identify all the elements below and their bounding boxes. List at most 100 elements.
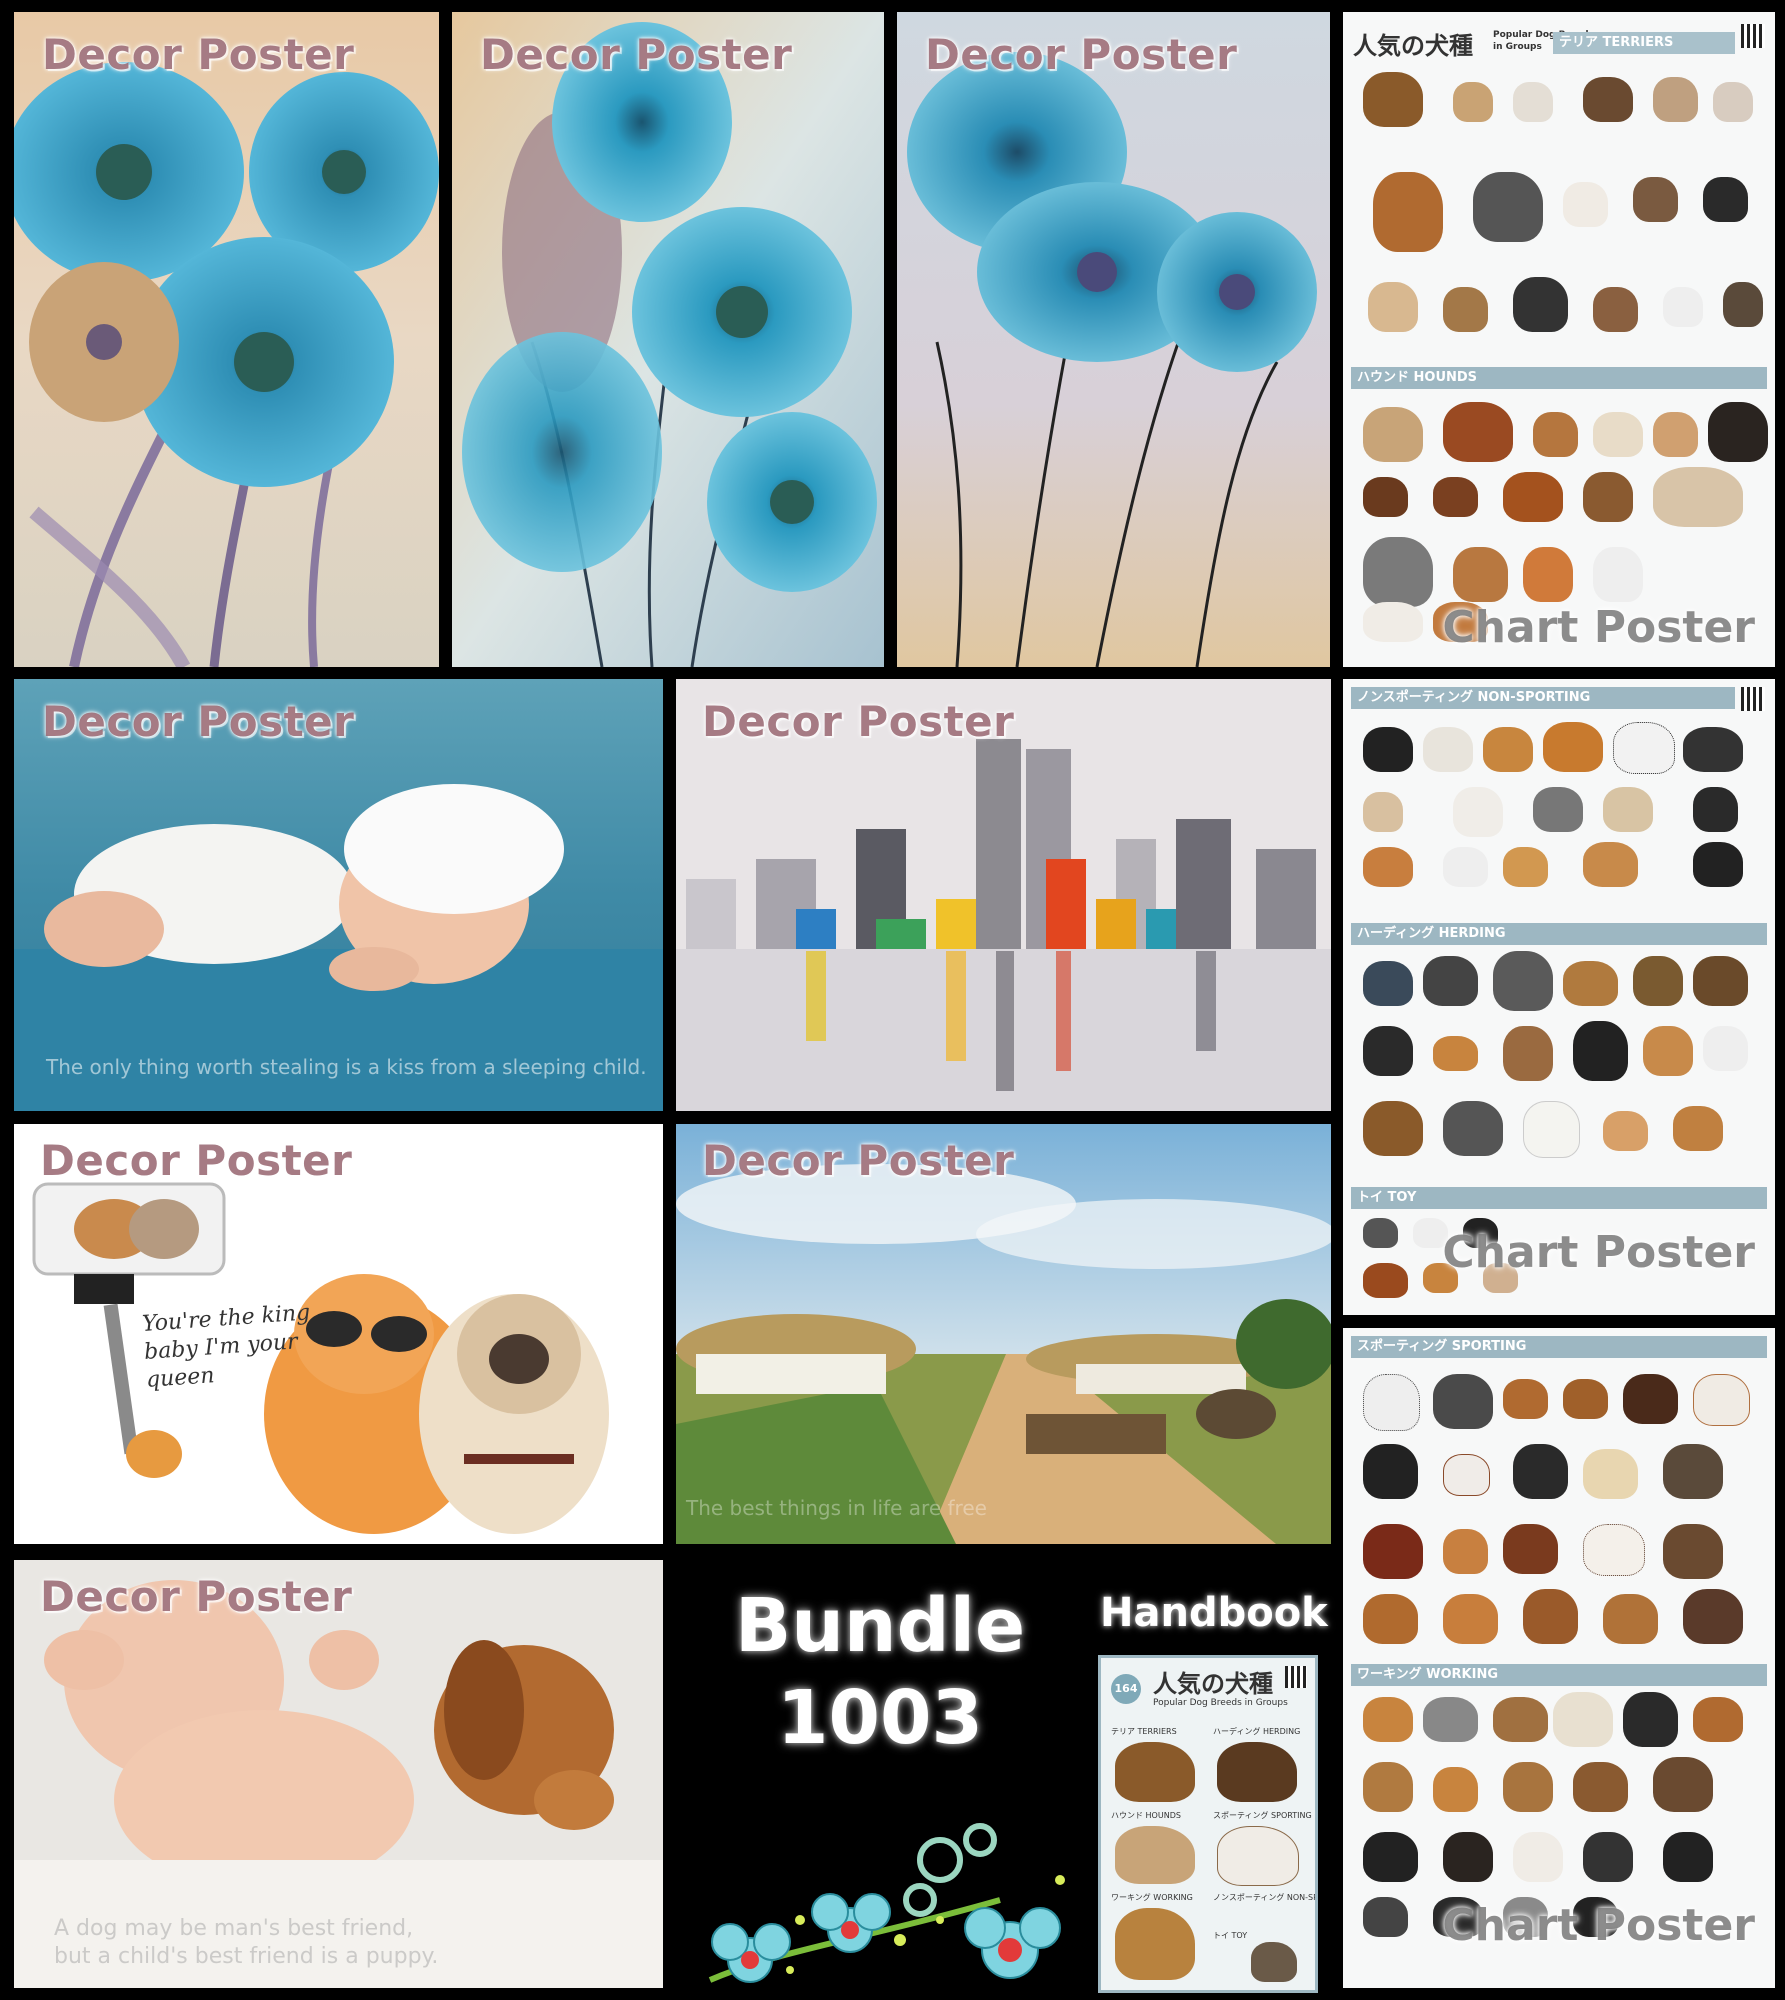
decor-poster-watermark: Decor Poster <box>40 1136 353 1185</box>
dog-image <box>1363 602 1423 642</box>
dog-image <box>1363 1897 1408 1937</box>
dog-image <box>1503 1762 1553 1812</box>
dog-image <box>1603 787 1653 832</box>
handbook-badge: 164 <box>1111 1674 1141 1704</box>
sporting-dogs-grid <box>1353 1364 1765 1654</box>
handbook-section-nonsporting: ノンスポーティング NON-SPORTING <box>1213 1893 1318 1902</box>
dog-image <box>1613 722 1675 774</box>
dog-image <box>1563 182 1608 227</box>
dog-image <box>1593 412 1643 457</box>
dog-image <box>1473 172 1543 242</box>
village-caption: The best things in life are free <box>686 1496 987 1520</box>
dog-image <box>1583 1832 1633 1882</box>
dog-image <box>1433 1767 1478 1812</box>
dog-image <box>1423 727 1473 772</box>
dog-image <box>1723 282 1763 327</box>
dog-chart-poster-nonsporting-herding-toy: ノンスポーティング NON-SPORTING ハーディング HERDING トイ… <box>1343 679 1775 1315</box>
village-painting-art <box>676 1124 1331 1544</box>
dog-image <box>1363 1594 1418 1644</box>
dog-image <box>1363 537 1433 607</box>
dog-image <box>1663 287 1703 327</box>
dog-image <box>1553 1692 1613 1747</box>
dog-image <box>1593 547 1643 602</box>
handbook-title-jp: 人気の犬種 <box>1153 1670 1273 1698</box>
handbook-section-sporting: スポーティング SPORTING <box>1213 1811 1312 1820</box>
handbook-section-terriers: テリア TERRIERS <box>1111 1727 1177 1736</box>
dog-image <box>1583 472 1633 522</box>
handbook-section-toy: トイ TOY <box>1213 1931 1248 1940</box>
dog-image <box>1443 1454 1490 1496</box>
dog-image <box>1115 1908 1195 1980</box>
dog-image <box>1663 1444 1723 1499</box>
handbook-section-working: ワーキング WORKING <box>1111 1893 1193 1902</box>
dog-image <box>1583 1449 1638 1499</box>
handbook-cover: 人気の犬種 164 Popular Dog Breeds in Groups テ… <box>1098 1655 1318 1993</box>
dog-image <box>1593 287 1638 332</box>
dog-image <box>1115 1742 1195 1802</box>
dog-image <box>1363 847 1413 887</box>
dog-image <box>1363 792 1403 832</box>
dog-image <box>1513 82 1553 122</box>
chart-poster-watermark: Chart Poster <box>1442 1900 1755 1951</box>
dog-image <box>1693 787 1738 832</box>
decor-poster-watermark: Decor Poster <box>702 697 1015 746</box>
qr-code-icon <box>1741 24 1765 48</box>
dog-image <box>1603 1111 1648 1151</box>
dog-image <box>1533 412 1578 457</box>
chart-poster-watermark: Chart Poster <box>1442 602 1755 653</box>
dog-image <box>1363 477 1408 517</box>
dog-image <box>1653 1757 1713 1812</box>
decor-poster-watermark: Decor Poster <box>42 697 355 746</box>
dog-image <box>1217 1826 1299 1886</box>
bundle-title: Bundle 1003 <box>700 1580 1060 1764</box>
dog-image <box>1523 1589 1578 1644</box>
dog-image <box>1373 172 1443 252</box>
dog-image <box>1433 1374 1493 1429</box>
section-header-toy: トイ TOY <box>1351 1187 1767 1209</box>
dog-image <box>1573 1762 1628 1812</box>
dog-image <box>1453 787 1503 837</box>
dog-image <box>1217 1742 1297 1802</box>
dog-image <box>1363 72 1423 127</box>
dog-image <box>1503 472 1563 522</box>
dog-image <box>1563 1379 1608 1419</box>
dog-image <box>1703 1026 1748 1071</box>
dog-image <box>1363 1263 1408 1298</box>
section-header-sporting: スポーティング SPORTING <box>1351 1336 1767 1358</box>
dog-image <box>1663 1832 1713 1882</box>
flower-painting-1-art <box>14 12 439 667</box>
dog-image <box>1363 1101 1423 1156</box>
dog-image <box>1603 1594 1658 1644</box>
dog-image <box>1583 1524 1645 1576</box>
section-header-terriers: テリア TERRIERS <box>1553 32 1735 54</box>
dog-image <box>1493 951 1553 1011</box>
dog-image <box>1503 1379 1548 1419</box>
section-header-working: ワーキング WORKING <box>1351 1664 1767 1686</box>
dog-image <box>1503 1524 1558 1574</box>
section-header-herding: ハーディング HERDING <box>1351 923 1767 945</box>
handbook-label: Handbook <box>1100 1590 1328 1636</box>
dog-image <box>1363 1762 1413 1812</box>
dog-image <box>1251 1942 1297 1982</box>
selfie-cats-photo: Decor Poster You're the king baby I'm yo… <box>14 1124 663 1544</box>
dog-image <box>1513 1832 1563 1882</box>
dog-image <box>1433 477 1478 517</box>
dog-image <box>1443 1832 1493 1882</box>
sleeping-baby-photo: Decor Poster The only thing worth steali… <box>14 679 663 1111</box>
dog-image <box>1368 282 1418 332</box>
flower-painting-3: Decor Poster <box>897 12 1330 667</box>
dog-image <box>1363 727 1413 772</box>
dog-image <box>1683 727 1743 772</box>
decor-poster-watermark: Decor Poster <box>702 1136 1015 1185</box>
dog-image <box>1583 842 1638 887</box>
flower-painting-2-art <box>452 12 884 667</box>
dog-image <box>1633 956 1683 1006</box>
dog-image <box>1363 1444 1418 1499</box>
decor-poster-watermark: Decor Poster <box>480 30 793 79</box>
dog-image <box>1453 82 1493 122</box>
decor-poster-watermark: Decor Poster <box>40 1572 353 1621</box>
dog-image <box>1653 467 1743 527</box>
dog-image <box>1443 287 1488 332</box>
dog-image <box>1693 1374 1750 1426</box>
dog-image <box>1713 82 1753 122</box>
